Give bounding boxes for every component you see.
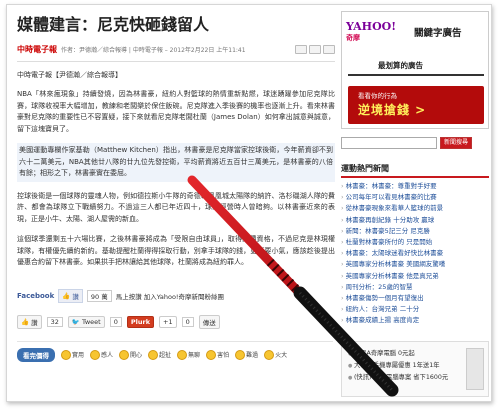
news-link[interactable]: 從林書豪現象來看華人籃球的前景 xyxy=(341,203,489,214)
sidebar: YAHOO! 奇摩 關鍵字廣告 最划算的廣告 看看你的行為 逆境搶錢 > 新聞搜… xyxy=(341,11,489,327)
mood-touching[interactable]: 感人 xyxy=(90,349,114,360)
article: 媒體建言：尼克快砸錢留人 中時電子報 作者：尹德瀚／綜合報導 | 中時電子報 –… xyxy=(17,11,335,269)
smiley-icon xyxy=(206,349,217,360)
news-link[interactable]: 周刊分析：25歲的智慧 xyxy=(341,282,489,293)
facebook-like-label: 讚 xyxy=(72,293,79,301)
smiley-icon xyxy=(61,349,71,360)
tweet-button[interactable]: 🐦 Tweet xyxy=(67,316,105,328)
mood-happy-label: 開心 xyxy=(130,352,143,359)
mood-vote-bar: 看完價得 實用 感人 開心 超扯 無聊 害怕 難過 火大 xyxy=(17,341,333,363)
thumbs-up-icon: 👍 xyxy=(62,292,71,300)
hot-sports-news-title: 運動熱門新聞 xyxy=(341,163,489,178)
smiley-icon xyxy=(90,349,101,360)
mood-scared-label: 害怕 xyxy=(217,352,230,359)
news-link[interactable]: 新聞：林書豪5記三分 尼克勝 xyxy=(341,226,489,237)
tweet-count: 0 xyxy=(109,317,122,327)
article-paragraph-4: 這個球季還剩五十六場比賽，之後林書豪將成為「受限自由球員」，取得議價資格，不過尼… xyxy=(17,235,335,266)
mood-label: 看完價得 xyxy=(17,347,55,362)
ad-slogan: 最划算的廣告 xyxy=(378,61,423,70)
news-link[interactable]: 林書豪：林書豪：尊重對手好要 xyxy=(341,181,489,192)
mood-useful[interactable]: 實用 xyxy=(61,349,85,360)
byline: 中時電子報 作者：尹德瀚／綜合報導 | 中時電子報 – 2012年2月22日 上… xyxy=(17,43,335,55)
facebook-label: Facebook xyxy=(17,292,55,300)
font-size-icon[interactable] xyxy=(323,44,335,54)
chinatimes-logo: 中時電子報 xyxy=(17,43,57,54)
byline-tools xyxy=(295,44,335,54)
yahoo-logo-sub: 奇摩 xyxy=(346,34,360,42)
twitter-bird-icon: 🐦 xyxy=(71,318,80,326)
smiley-icon xyxy=(264,349,275,360)
byline-text: 作者：尹德瀚／綜合報導 | 中時電子報 – 2012年2月22日 上午11:41 xyxy=(61,46,246,54)
mood-boring[interactable]: 無聊 xyxy=(177,349,201,360)
mood-happy[interactable]: 開心 xyxy=(119,349,143,360)
facebook-fan-row: Facebook 👍 讚 90 萬 馬上按讚 加入Yahoo!奇摩新聞粉絲團 xyxy=(17,289,224,303)
article-paragraph-2: 美國運動專欄作家基勒（Matthew Kitchen）指出，林書豪是尼克隊當家控… xyxy=(17,143,335,182)
google-plus-count: 0 xyxy=(181,317,194,327)
ad-promo-big: 逆境搶錢 > xyxy=(358,103,427,117)
news-link[interactable]: 紐約人：台灣兄弟 二十分 xyxy=(341,304,489,315)
news-search-button[interactable]: 新聞搜尋 xyxy=(440,137,473,149)
article-paragraph-1: NBA「林來瘋現象」持續發燒，因為林書豪，紐約人對籃球的熱情重新點燃，球迷踴躍參… xyxy=(17,90,335,133)
thumbs-up-icon: 👍 xyxy=(21,318,30,326)
article-source: 中時電子報【尹德瀚／綜合報導】 xyxy=(17,71,122,79)
plurk-button[interactable]: Plurk xyxy=(126,316,155,328)
fb-like-label: 讚 xyxy=(31,319,38,327)
tweet-label: Tweet xyxy=(81,318,101,326)
mood-touching-label: 感人 xyxy=(101,352,114,359)
print-icon[interactable] xyxy=(295,44,307,54)
news-link[interactable]: 英國專家分析林書豪 美國網友驚嘆 xyxy=(341,259,489,270)
ad-slogan-box: 最划算的廣告 xyxy=(348,54,484,76)
news-link[interactable]: 林書豪成績上揚 高度肯定 xyxy=(341,315,489,326)
share-bar: 👍 讚 32 🐦 Tweet 0 Plurk +1 0 傳送 xyxy=(17,315,220,329)
news-link[interactable]: 林書豪傷勢一個月有望復出 xyxy=(341,293,489,304)
news-link[interactable]: 林書豪再創紀錄 十分助攻 贏球 xyxy=(341,215,489,226)
yahoo-logo: YAHOO! xyxy=(346,20,397,33)
article-title: 媒體建言：尼克快砸錢留人 xyxy=(17,15,210,34)
fb-like-count: 32 xyxy=(46,317,63,327)
smiley-icon xyxy=(148,349,159,360)
ad-promo-block[interactable]: 看看你的行為 逆境搶錢 > xyxy=(348,86,484,124)
fb-like-button[interactable]: 👍 讚 xyxy=(17,315,42,329)
news-search-input[interactable] xyxy=(341,137,437,149)
ad-promo-line: 看看你的行為 xyxy=(358,92,397,100)
facebook-like-button[interactable]: 👍 讚 xyxy=(58,289,83,303)
mood-boring-label: 無聊 xyxy=(188,352,201,359)
google-plus-one-button[interactable]: +1 xyxy=(159,316,177,328)
mood-absurd-label: 超扯 xyxy=(159,352,172,359)
mood-absurd[interactable]: 超扯 xyxy=(148,349,172,360)
mood-angry[interactable]: 火大 xyxy=(264,349,288,360)
send-button[interactable]: 傳送 xyxy=(198,315,220,329)
browser-frame: 媒體建言：尼克快砸錢留人 中時電子報 作者：尹德瀚／綜合報導 | 中時電子報 –… xyxy=(6,4,492,402)
hot-news-list: 林書豪：林書豪：尊重對手好要 公司每年可以看見林書豪的比賽 從林書豪現象來看華人… xyxy=(341,181,489,327)
news-link[interactable]: 林書豪：太陽球迷看好快比林書豪 xyxy=(341,248,489,259)
article-paragraph-3: 控球後衛是一個球隊的靈魂人物，例如德拉斯小牛隊的奇德、鳳凰城太陽隊的納許、洛杉磯… xyxy=(17,191,335,223)
facebook-join-text[interactable]: 馬上按讚 加入Yahoo!奇摩新聞粉絲團 xyxy=(116,291,224,301)
promo-box: 全民A奇摩電腦 0元起 大哥大手機專屬優惠 1年送1年 (快訊) 學生電腦專案 … xyxy=(341,341,489,397)
smiley-icon xyxy=(119,349,130,360)
mail-icon[interactable] xyxy=(309,44,321,54)
mood-sad-label: 難過 xyxy=(246,352,259,359)
smiley-icon xyxy=(235,349,246,360)
mood-angry-label: 火大 xyxy=(275,352,288,359)
news-link[interactable]: 公司每年可以看見林書豪的比賽 xyxy=(341,192,489,203)
promo-thumbnail[interactable] xyxy=(466,348,484,390)
facebook-like-count: 90 萬 xyxy=(86,290,112,302)
news-link[interactable]: 杜蘭對林書豪所付的 只是開始 xyxy=(341,237,489,248)
mood-scared[interactable]: 害怕 xyxy=(206,349,230,360)
ad-title: 關鍵字廣告 xyxy=(414,28,462,39)
mood-sad[interactable]: 難過 xyxy=(235,349,259,360)
news-search: 新聞搜尋 xyxy=(341,137,489,149)
keyword-ad-banner[interactable]: YAHOO! 奇摩 關鍵字廣告 最划算的廣告 看看你的行為 逆境搶錢 > xyxy=(341,11,489,129)
mood-useful-label: 實用 xyxy=(72,352,85,359)
smiley-icon xyxy=(177,349,188,360)
news-link[interactable]: 英國專家分析林書豪 他是真兄弟 xyxy=(341,271,489,282)
divider xyxy=(17,61,335,62)
